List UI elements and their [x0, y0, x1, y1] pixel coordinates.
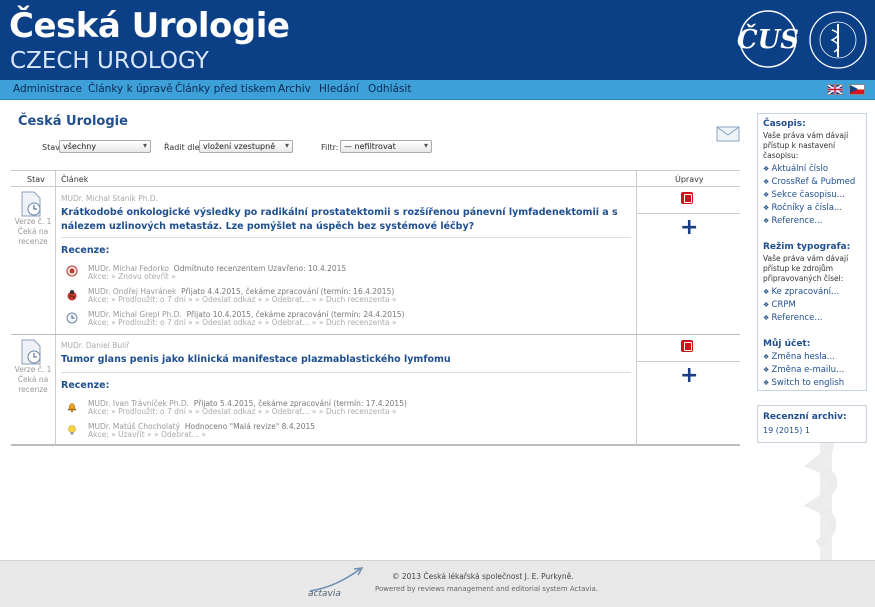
review-status: Odmítnuto recenzentem Uzavřeno: 10.4.201…	[173, 264, 347, 273]
sidebar-link-typograf-reference[interactable]: Reference...	[763, 312, 861, 325]
footer	[0, 560, 875, 607]
sidebar-link-zmena-hesla[interactable]: Změna hesla...	[763, 351, 861, 364]
lightbulb-icon	[68, 425, 76, 435]
status-label: Čeká na recenze	[17, 375, 49, 394]
sidebar-link-rocniky[interactable]: Ročníky a čísla...	[763, 202, 861, 215]
review-actions[interactable]: Akce: » Znovu otevřít »	[88, 272, 176, 281]
nav-clanky-pred-tiskem[interactable]: Články před tiskem	[175, 83, 276, 95]
status-label: Čeká na recenze	[17, 227, 49, 246]
filtr-label: Filtr:	[321, 143, 339, 152]
footer-powered: Powered by reviews management and editor…	[375, 585, 599, 593]
casopis-heading: Časopis:	[763, 119, 806, 129]
add-icon[interactable]: +	[680, 217, 698, 239]
article-title[interactable]: Tumor glans penis jako klinická manifest…	[61, 353, 621, 367]
sidebar-link-switch-english[interactable]: Switch to english	[763, 377, 861, 390]
seal-logo-icon	[809, 11, 867, 69]
version-label: Verze č. 1	[14, 217, 52, 226]
filtr-select[interactable]: — nefiltrovat	[340, 140, 432, 153]
archiv-heading: Recenzní archiv:	[763, 412, 847, 422]
article-title[interactable]: Krátkodobé onkologické výsledky po radik…	[61, 206, 621, 234]
sidebar-link-sekce[interactable]: Sekce časopisu...	[763, 189, 861, 202]
casopis-text: Vaše práva vám dávají přístup k nastaven…	[763, 131, 849, 160]
declined-icon	[66, 265, 78, 277]
col-upravy-header: Úpravy	[675, 175, 704, 184]
nav-odhlasit[interactable]: Odhlásit	[368, 83, 411, 95]
sidebar-panel: Časopis: Vaše práva vám dávají přístup k…	[757, 113, 867, 391]
col-stav-header: Stav	[27, 175, 45, 184]
ucet-heading: Můj účet:	[763, 339, 811, 349]
sidebar-link-aktualni-cislo[interactable]: Aktuální číslo	[763, 163, 861, 176]
nav-administrace[interactable]: Administrace	[13, 83, 82, 95]
review-actions[interactable]: Akce: » Prodloužit: o 7 dní » » Odeslat …	[88, 318, 397, 327]
actavia-logo-text: actavia	[308, 589, 341, 599]
archiv-panel: Recenzní archiv: 19 (2015) 1	[757, 405, 867, 443]
svg-text:ČUS: ČUS	[737, 23, 799, 55]
pdf-icon[interactable]	[681, 192, 693, 204]
radit-select[interactable]: vložení vzestupně	[199, 140, 293, 153]
site-title: Česká Urologie	[9, 6, 290, 46]
articles-table: Stav Článek Úpravy Verze č. 1 Čeká na re…	[11, 170, 740, 446]
stav-select[interactable]: všechny	[59, 140, 151, 153]
sidebar-link-reference[interactable]: Reference...	[763, 215, 861, 228]
document-clock-icon	[21, 339, 41, 365]
archiv-link[interactable]: 19 (2015) 1	[763, 426, 861, 435]
nav-archiv[interactable]: Archiv	[278, 83, 311, 95]
clock-icon	[66, 312, 78, 324]
sidebar-link-crossref[interactable]: CrossRef & Pubmed	[763, 176, 861, 189]
add-icon[interactable]: +	[680, 365, 698, 387]
bell-icon	[68, 403, 76, 413]
reviews-heading: Recenze:	[61, 245, 110, 256]
site-header: Česká Urologie CZECH UROLOGY ČUS	[0, 0, 875, 80]
czech-flag-icon[interactable]	[849, 84, 865, 95]
version-label: Verze č. 1	[14, 365, 52, 374]
pdf-icon[interactable]	[681, 340, 693, 352]
review-actions[interactable]: Akce: » Prodloužit: o 7 dní » » Odeslat …	[88, 407, 397, 416]
main-nav: Administrace Články k úpravě Články před…	[0, 80, 875, 100]
nav-hledani[interactable]: Hledání	[319, 83, 359, 95]
site-subtitle: CZECH UROLOGY	[10, 48, 209, 74]
nav-clanky-k-uprave[interactable]: Články k úpravě	[88, 83, 173, 95]
radit-label: Řadit dle:	[164, 143, 203, 152]
ladybug-icon	[67, 290, 77, 301]
document-clock-icon	[21, 191, 41, 217]
page-title: Česká Urologie	[18, 114, 128, 129]
review-actions[interactable]: Akce: » Uzavřít » » Odebrat... »	[88, 430, 206, 439]
footer-copyright: © 2013 Česká lékařská společnost J. E. P…	[392, 572, 574, 581]
sidebar-link-ke-zpracovani[interactable]: Ke zpracování...	[763, 286, 861, 299]
review-actions[interactable]: Akce: » Prodloužit: o 7 dní » » Odeslat …	[88, 295, 397, 304]
sidebar-link-zmena-emailu[interactable]: Změna e-mailu...	[763, 364, 861, 377]
cus-logo-icon: ČUS	[737, 10, 799, 68]
english-flag-icon[interactable]	[827, 84, 843, 95]
article-author: MUDr. Michal Staník Ph.D.	[61, 194, 159, 203]
typograf-heading: Režim typografa:	[763, 242, 851, 252]
typograf-text: Vaše práva vám dávají přístup ke zdrojům…	[763, 254, 849, 283]
sidebar-link-crpm[interactable]: CRPM	[763, 299, 861, 312]
reviews-heading: Recenze:	[61, 380, 110, 391]
col-clanek-header: Článek	[61, 175, 89, 184]
mail-icon[interactable]	[716, 126, 740, 142]
article-author: MUDr. Daniel Bulíř	[61, 341, 130, 350]
